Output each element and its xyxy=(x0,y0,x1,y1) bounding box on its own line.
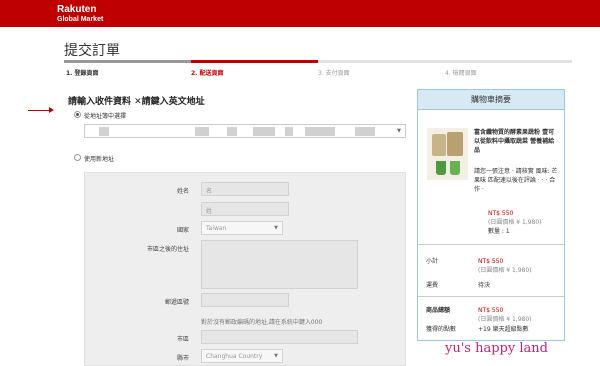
product-quantity: 數量 : 1 xyxy=(488,228,510,235)
blurred-text xyxy=(285,127,293,136)
county-select[interactable]: Changhua Country ▼ xyxy=(201,349,283,363)
cart-summary: 購物車摘要 富含纖物質的酵素果蔬粉 壹可以從飲料中攝取蔬菜 營養補給品 請您一張… xyxy=(417,89,565,341)
total-value: NT$ 550 xyxy=(478,307,504,314)
page-title: 提交訂單 xyxy=(64,43,120,59)
divider xyxy=(418,296,564,297)
product-price-jpy: (日圓價格 ¥ 1,980) xyxy=(488,219,542,226)
brand-subtitle: Global Market xyxy=(57,16,104,23)
county-label: 縣市 xyxy=(176,355,189,362)
country-label: 國家 xyxy=(176,227,189,234)
country-select[interactable]: Taiwan ▼ xyxy=(201,221,283,235)
shipping-section-title: 請輸入收件資料 ✕請鍵入英文地址 xyxy=(68,97,205,107)
blurred-text xyxy=(355,127,375,136)
step-bar-1 xyxy=(64,60,191,63)
chevron-down-icon: ▼ xyxy=(274,353,278,359)
top-header-bar: Rakuten Global Market xyxy=(0,0,600,27)
new-address-label: 使用新地址 xyxy=(84,156,115,163)
step-login: 1. 登錄頁面 xyxy=(66,70,99,77)
step-payment: 3. 支付頁面 xyxy=(318,70,350,77)
chevron-down-icon: ▼ xyxy=(274,225,278,231)
chevron-down-icon: ▼ xyxy=(397,128,401,134)
radio-address-book[interactable] xyxy=(74,111,81,118)
blurred-text xyxy=(227,127,237,136)
subtotal-value: NT$ 550 xyxy=(478,258,504,265)
points-label: 獲得的點數 xyxy=(426,326,457,333)
step-review: 4. 檢閱頁面 xyxy=(445,70,477,77)
address-textarea[interactable] xyxy=(201,240,358,289)
product-image[interactable] xyxy=(427,128,468,180)
blurred-text xyxy=(253,127,275,136)
zip-label: 郵遞區號 xyxy=(164,299,189,306)
last-name-input[interactable]: 姓 xyxy=(201,202,289,216)
city-input[interactable] xyxy=(201,330,358,344)
checkout-steps: 1. 登錄頁面 2. 配送頁面 3. 支付頁面 4. 檢閱頁面 xyxy=(64,60,572,80)
green-drink-icon xyxy=(436,161,446,175)
shipping-fee-value: 待決 xyxy=(478,282,491,289)
step-shipping: 2. 配送頁面 xyxy=(191,70,224,77)
product-pouch-icon xyxy=(432,134,446,156)
blurred-text xyxy=(99,127,109,136)
red-arrow-annotation xyxy=(28,107,54,113)
green-drink-icon xyxy=(450,161,460,175)
product-option: 請您一張注意 ‧ 請核實 風味: 芒果味 匹配速以後在評論 ‧ ‧ ‧ 合作 ‧ xyxy=(474,168,558,193)
points-value: +19 樂天超級點數 xyxy=(478,326,529,333)
rakuten-logo[interactable]: Rakuten Global Market xyxy=(57,4,103,23)
product-price: NT$ 550 xyxy=(488,210,514,217)
subtotal-label: 小計 xyxy=(426,258,439,265)
city-label: 市區 xyxy=(176,336,189,343)
product-name[interactable]: 富含纖物質的酵素果蔬粉 壹可以從飲料中攝取蔬菜 營養補給品 xyxy=(474,128,560,155)
brand-name: Rakuten xyxy=(57,4,97,15)
address-label: 市區之後的住址 xyxy=(146,246,189,253)
radio-new-address[interactable] xyxy=(74,154,81,161)
blurred-text xyxy=(195,127,209,136)
first-name-input[interactable]: 名 xyxy=(201,182,289,196)
county-value: Changhua Country xyxy=(206,353,263,360)
product-pouch-icon xyxy=(447,132,463,156)
step-bar-rest xyxy=(318,60,572,63)
blurred-text xyxy=(305,127,335,136)
address-book-select[interactable]: ▼ xyxy=(84,124,406,138)
name-label: 姓名 xyxy=(176,188,189,195)
country-value: Taiwan xyxy=(206,225,227,232)
total-jpy: (日圓價格 ¥ 1,980) xyxy=(478,316,532,323)
cart-summary-title: 購物車摘要 xyxy=(418,90,564,110)
zip-note: 對於沒有郵政編碼的地址,請在系統中鍵入000 xyxy=(201,319,323,326)
total-label: 商品總額 xyxy=(426,307,451,314)
divider xyxy=(418,244,564,245)
new-address-form: 姓名 名 姓 國家 Taiwan ▼ 市區之後的住址 郵遞區號 對於沒有郵政編碼… xyxy=(84,172,406,366)
shipping-fee-label: 運費 xyxy=(426,282,439,289)
zip-input[interactable] xyxy=(201,293,289,307)
subtotal-jpy: (日圓價格 ¥ 1,980) xyxy=(478,267,532,274)
step-bar-2 xyxy=(191,60,318,63)
watermark-text: yu's happy land xyxy=(445,341,548,356)
address-book-label: 從地址簿中選擇 xyxy=(84,113,127,120)
